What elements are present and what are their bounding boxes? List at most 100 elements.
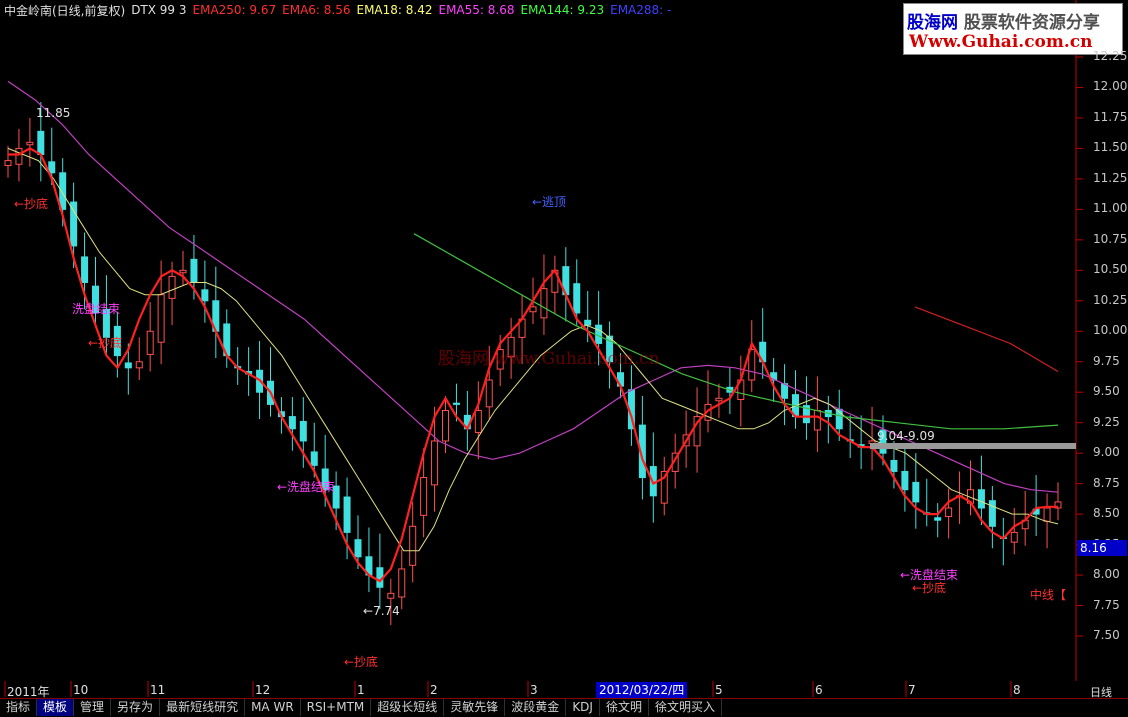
annotation-xipan-1: 洗盘结束 [72, 302, 121, 316]
toolbar-item[interactable]: 管理 [74, 699, 112, 716]
y-tick-label: 11.75 [1093, 109, 1128, 124]
x-tick-label: 5 [715, 683, 723, 697]
candle-body [310, 451, 318, 466]
candle-body [59, 172, 67, 210]
candle-body [431, 440, 439, 486]
annotation-taoding: ←逃顶 [532, 195, 567, 209]
indicator-name: DTX 99 3 [131, 3, 187, 17]
y-tick-label: 10.25 [1093, 292, 1128, 307]
toolbar-item[interactable]: 模板 [37, 699, 75, 716]
annotation-chaodi-4: ←抄底 [912, 581, 947, 595]
y-tick-label: 10.00 [1093, 323, 1128, 338]
candle-body [573, 283, 581, 314]
stock-title: 中金岭南(日线,前复权) [4, 3, 126, 18]
candle-body [124, 362, 132, 369]
candle-body [15, 147, 23, 165]
x-tick-label: 6 [815, 683, 823, 697]
annotation-range: 9.04-9.09 [877, 429, 935, 443]
candle-body [190, 258, 198, 284]
candle-body [37, 130, 45, 156]
toolbar-item[interactable]: KDJ [566, 699, 600, 716]
y-tick-label: 9.25 [1093, 414, 1120, 429]
y-tick-label: 12.25 [1093, 49, 1128, 63]
x-tick-label: 1 [357, 683, 365, 697]
candle-body [988, 500, 996, 527]
y-tick-label: 7.50 [1093, 628, 1120, 642]
candle-body [179, 269, 187, 274]
candle-body [442, 409, 449, 442]
x-tick-label: 3 [530, 683, 538, 697]
candle-body [299, 420, 307, 442]
toolbar-item[interactable]: 另存为 [111, 699, 161, 716]
candle-body [781, 383, 789, 399]
y-tick-label: 7.75 [1093, 597, 1120, 612]
candle-body [715, 397, 723, 402]
candle-body [354, 539, 362, 558]
candle-body [81, 256, 89, 284]
x-tick-label: 12 [255, 683, 271, 697]
annotation-low: ←7.74 [363, 604, 400, 618]
candle-body [529, 306, 537, 313]
toolbar-item[interactable]: RSI+MTM [301, 699, 372, 716]
candle-body [387, 592, 395, 599]
annotation-chaodi-3: ←抄底 [344, 655, 379, 669]
candle-body [977, 489, 985, 509]
ema-legend-item: EMA250: 9.67 [192, 3, 277, 17]
x-tick-label: 11 [150, 683, 166, 697]
candle-body [474, 409, 482, 433]
y-tick-label: 9.00 [1093, 445, 1120, 460]
y-tick-label: 10.75 [1093, 231, 1128, 246]
ema-legend: EMA250: 9.67 EMA6: 8.56 EMA18: 8.42 EMA55: … [193, 3, 678, 17]
brand-logo: 股海网 股票软件资源分享 Www.Guhai.com.cn [903, 3, 1123, 55]
y-tick-label: 11.25 [1093, 170, 1128, 185]
toolbar-item[interactable]: 徐文明买入 [649, 699, 722, 716]
ema-legend-item: EMA6: 8.56 [282, 3, 351, 17]
x-tick-label: 10 [73, 683, 89, 697]
candle-body [146, 330, 154, 355]
brand-url: Www.Guhai.com.cn [909, 32, 1093, 52]
chart-header: 中金岭南(日线,前复权) DTX 99 3 EMA250: 9.67 EMA6: … [0, 0, 683, 20]
candle-body [201, 289, 209, 302]
annotation-xipan-2: ←洗盘结束 [277, 480, 336, 494]
candle-body [540, 288, 548, 319]
candle-body [26, 141, 34, 146]
ema-legend-item: EMA144: 9.23 [520, 3, 605, 17]
candle-body [452, 402, 460, 405]
y-tick-label: 10.50 [1093, 262, 1128, 277]
toolbar-item[interactable]: 超级长短线 [371, 699, 445, 716]
candle-body [70, 201, 78, 247]
y-tick-label: 9.75 [1093, 353, 1120, 368]
y-tick-label: 11.00 [1093, 201, 1128, 216]
ema-legend-item: EMA18: 8.42 [356, 3, 433, 17]
y-tick-label: 8.00 [1093, 567, 1120, 582]
annotation-chaodi-2: ←抄底 [88, 336, 123, 350]
candle-body [945, 507, 953, 518]
toolbar-item[interactable]: MA WR [245, 699, 301, 716]
candle-body [1010, 531, 1018, 543]
candle-body [420, 477, 428, 516]
candle-body [288, 416, 296, 430]
toolbar-item[interactable]: 徐文明 [600, 699, 649, 716]
watermark: 股海网 www.Guhai.com.cn [438, 349, 660, 369]
annotation-chaodi-1: ←抄底 [14, 197, 49, 211]
y-tick-label: 8.75 [1093, 475, 1120, 490]
candle-body [813, 409, 821, 431]
x-tick-label: 2 [430, 683, 438, 697]
candle-body [890, 459, 898, 472]
candle-body [934, 517, 942, 521]
toolbar-item[interactable]: 波段黄金 [505, 699, 567, 716]
y-tick-label: 8.50 [1093, 506, 1120, 521]
toolbar-item[interactable]: 指标 [0, 699, 38, 716]
candle-body [901, 470, 909, 491]
current-price-tag: 8.16 [1077, 540, 1127, 556]
y-tick-label: 9.50 [1093, 384, 1120, 399]
candle-body [485, 379, 493, 408]
resistance-band [870, 443, 1076, 449]
toolbar-item[interactable]: 最新短线研究 [160, 699, 246, 716]
candle-body [157, 294, 165, 343]
ema-legend-item: EMA55: 8.68 [438, 3, 515, 17]
annotation-high: 11.85 [36, 106, 71, 120]
toolbar-item[interactable]: 灵敏先锋 [444, 699, 506, 716]
cursor-date: 2012/03/22/四 [596, 682, 688, 698]
annotation-zhongxian: 中线【 [1030, 588, 1067, 602]
